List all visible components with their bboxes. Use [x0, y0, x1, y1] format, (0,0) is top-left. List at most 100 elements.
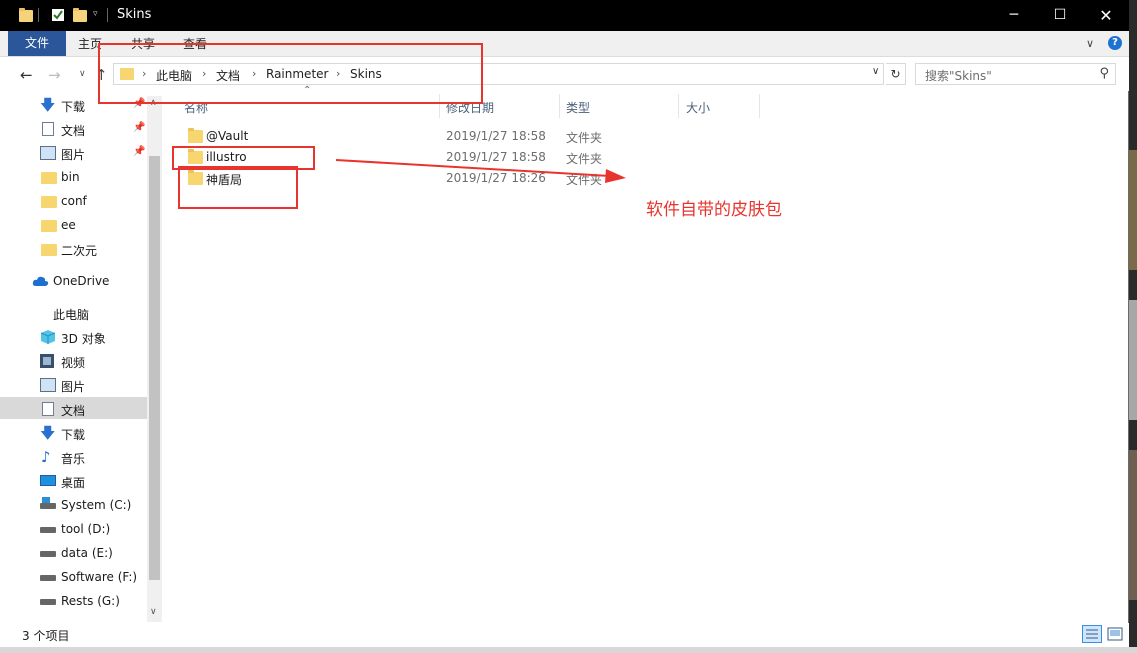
minimize-button[interactable]: ─ — [991, 0, 1037, 31]
pictures-icon — [40, 378, 56, 392]
file-type: 文件夹 — [566, 131, 603, 145]
large-icons-view-icon[interactable] — [1106, 625, 1124, 643]
sidebar-item-ee[interactable]: ee — [0, 214, 147, 236]
column-divider[interactable] — [559, 94, 560, 118]
column-divider[interactable] — [678, 94, 679, 118]
window-title: Skins — [117, 7, 152, 22]
background-window-strip — [1129, 0, 1137, 653]
sidebar-item-anime[interactable]: 二次元 — [0, 238, 147, 260]
drive-icon — [40, 527, 56, 533]
sidebar-item-system-c[interactable]: System (C:) — [0, 494, 147, 516]
sidebar-item-desktop[interactable]: 桌面 — [0, 470, 147, 492]
item-count: 3 个项目 — [22, 629, 70, 643]
sidebar-item-label: 桌面 — [61, 476, 86, 490]
sidebar-item-onedrive[interactable]: OneDrive — [0, 270, 147, 292]
sidebar-item-pictures-pinned[interactable]: 图片 📌 — [0, 142, 147, 164]
search-input[interactable]: 搜索"Skins" ⚲ — [915, 63, 1116, 85]
document-icon — [42, 402, 54, 416]
sidebar-item-tool-d[interactable]: tool (D:) — [0, 518, 147, 540]
close-button[interactable]: ✕ — [1083, 0, 1129, 31]
forward-arrow-icon[interactable]: → — [48, 66, 61, 84]
sidebar-item-label: 二次元 — [61, 244, 98, 258]
annotation-box-shield — [178, 166, 298, 209]
sidebar-item-documents-pinned[interactable]: 文档 📌 — [0, 118, 147, 140]
sidebar-scrollbar-thumb[interactable] — [149, 156, 160, 580]
sidebar-item-rests-g[interactable]: Rests (G:) — [0, 590, 147, 612]
sidebar-item-data-e[interactable]: data (E:) — [0, 542, 147, 564]
new-folder-icon[interactable] — [73, 8, 87, 22]
sidebar-item-downloads[interactable]: 🡇 下载 — [0, 422, 147, 444]
separator — [107, 8, 108, 22]
sidebar-item-3d-objects[interactable]: 3D 对象 — [0, 326, 147, 348]
sidebar-item-conf[interactable]: conf — [0, 190, 147, 212]
folder-icon — [41, 172, 57, 184]
folder-app-icon[interactable] — [19, 8, 33, 22]
pin-icon[interactable]: 📌 — [133, 146, 145, 157]
sidebar-item-label: bin — [61, 170, 80, 184]
customize-toolbar-chevron-icon[interactable]: ▿ — [93, 9, 98, 19]
onedrive-cloud-icon — [32, 275, 49, 289]
sidebar-item-bin[interactable]: bin — [0, 166, 147, 188]
sidebar-item-label: ee — [61, 218, 76, 232]
recent-locations-chevron-icon[interactable]: ∨ — [79, 69, 86, 79]
pin-icon[interactable]: 📌 — [133, 122, 145, 133]
column-header-type[interactable]: 类型 — [566, 99, 590, 116]
sidebar-item-music[interactable]: ♪ 音乐 — [0, 446, 147, 468]
video-icon — [40, 354, 54, 368]
sidebar-item-label: 图片 — [61, 380, 86, 394]
search-placeholder: 搜索"Skins" — [925, 69, 992, 83]
search-icon[interactable]: ⚲ — [1099, 66, 1109, 81]
explorer-window: ▿ Skins ─ ☐ ✕ 文件 主页 共享 查看 ∨ ? ← → ∨ ↑ › … — [0, 0, 1129, 647]
sidebar-item-label: 文档 — [61, 404, 86, 418]
folder-icon — [41, 196, 57, 208]
sidebar-item-label: 3D 对象 — [61, 332, 106, 346]
download-arrow-icon: 🡇 — [40, 96, 56, 114]
pictures-icon — [40, 146, 56, 160]
sidebar-item-label: 此电脑 — [53, 308, 90, 322]
drive-icon — [40, 551, 56, 557]
annotation-arrow-icon — [335, 159, 626, 183]
maximize-button[interactable]: ☐ — [1037, 0, 1083, 31]
sidebar-item-label: Rests (G:) — [61, 594, 120, 608]
sidebar-item-pictures[interactable]: 图片 — [0, 374, 147, 396]
column-divider[interactable] — [759, 94, 760, 118]
folder-icon — [41, 220, 57, 232]
expand-ribbon-chevron-icon[interactable]: ∨ — [1086, 37, 1094, 50]
help-icon[interactable]: ? — [1108, 36, 1122, 50]
sidebar-item-label: 文档 — [61, 124, 86, 138]
music-note-icon: ♪ — [41, 448, 51, 466]
drive-icon — [40, 575, 56, 581]
refresh-icon[interactable]: ↻ — [886, 63, 906, 85]
sidebar-item-this-pc[interactable]: 此电脑 — [0, 302, 147, 324]
file-name: @Vault — [206, 129, 249, 143]
sidebar-item-videos[interactable]: 视频 — [0, 350, 147, 372]
document-icon — [42, 122, 54, 136]
sidebar-item-documents[interactable]: 文档 — [0, 398, 147, 420]
tab-file[interactable]: 文件 — [8, 31, 66, 56]
back-arrow-icon[interactable]: ← — [20, 66, 33, 84]
details-view-icon[interactable] — [1082, 625, 1102, 643]
properties-check-icon[interactable] — [51, 8, 65, 22]
separator — [38, 8, 39, 22]
navigation-pane: 🡇 下载 📌 文档 📌 图片 📌 bin conf ee 二次元 OneDriv… — [0, 91, 162, 621]
status-bar: 3 个项目 — [0, 623, 1129, 647]
sidebar-item-label: conf — [61, 194, 87, 208]
column-header-size[interactable]: 大小 — [686, 99, 710, 116]
sidebar-item-label: Software (F:) — [61, 570, 138, 584]
drive-icon — [40, 599, 56, 605]
file-row[interactable]: @Vault 2019/1/27 18:58 文件夹 — [183, 126, 623, 147]
sidebar-item-label: 下载 — [61, 100, 86, 114]
this-pc-icon — [32, 306, 48, 320]
annotation-text: 软件自带的皮肤包 — [646, 200, 782, 220]
sidebar-item-label: 音乐 — [61, 452, 86, 466]
desktop-icon — [40, 475, 56, 486]
scroll-down-chevron-icon[interactable]: ∨ — [150, 607, 157, 617]
download-arrow-icon: 🡇 — [40, 424, 56, 442]
sidebar-item-software-f[interactable]: Software (F:) — [0, 566, 147, 588]
title-bar: ▿ Skins ─ ☐ ✕ — [0, 0, 1129, 31]
address-dropdown-chevron-icon[interactable]: ∨ — [872, 66, 879, 77]
sidebar-item-label: 视频 — [61, 356, 86, 370]
file-date: 2019/1/27 18:58 — [446, 129, 546, 143]
annotation-box-address — [98, 43, 483, 104]
system-drive-icon — [40, 497, 56, 509]
